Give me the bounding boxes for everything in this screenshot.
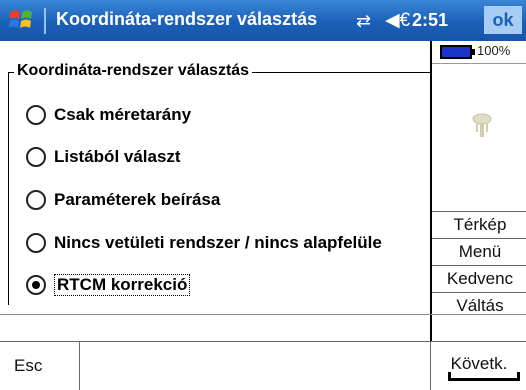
windows-start-icon[interactable] <box>8 7 34 33</box>
right-side-panel: 100% Térkép Menü Kedvenc Váltás <box>430 41 526 341</box>
ok-button[interactable]: ok <box>484 6 522 34</box>
option-label: Listából választ <box>54 147 181 166</box>
menu-button[interactable]: Menü <box>432 238 526 265</box>
option-label: RTCM korrekció <box>54 274 191 296</box>
next-button-underline <box>448 372 520 381</box>
content-divider <box>0 314 526 315</box>
option-choose-from-list[interactable]: Listából választ <box>26 142 181 172</box>
radio-button[interactable] <box>26 233 46 253</box>
window-title: Koordináta-rendszer választás <box>56 9 318 29</box>
battery-icon <box>440 45 472 59</box>
option-rtcm-correction[interactable]: RTCM korrekció <box>26 270 191 300</box>
esc-button[interactable]: Esc <box>0 342 80 390</box>
radio-button[interactable] <box>26 105 46 125</box>
gps-antenna-icon <box>467 109 497 143</box>
battery-percent: 100% <box>477 43 511 58</box>
option-no-projection[interactable]: Nincs vetületi rendszer / nincs alapfelü… <box>26 228 382 258</box>
radio-button[interactable] <box>26 190 46 210</box>
map-button[interactable]: Térkép <box>432 211 526 238</box>
battery-tip <box>472 49 475 55</box>
next-button[interactable]: Követk. <box>430 342 526 390</box>
radio-button[interactable] <box>26 147 46 167</box>
option-label: Csak méretarány <box>54 105 192 124</box>
radio-button-selected[interactable] <box>26 275 46 295</box>
clock[interactable]: 2:51 <box>412 10 448 31</box>
title-bar: Koordináta-rendszer választás ⇄ ◀€ 2:51 … <box>0 0 526 41</box>
divider <box>432 63 526 64</box>
group-title: Koordináta-rendszer választás <box>14 62 253 80</box>
volume-icon[interactable]: ◀€ <box>385 9 410 32</box>
title-separator <box>44 8 46 34</box>
connectivity-icon[interactable]: ⇄ <box>356 11 371 32</box>
favorites-button[interactable]: Kedvenc <box>432 265 526 292</box>
option-label: Paraméterek beírása <box>54 190 221 209</box>
softkey-bar: Esc Követk. <box>0 341 526 390</box>
option-label: Nincs vetületi rendszer / nincs alapfelü… <box>54 233 382 252</box>
option-enter-parameters[interactable]: Paraméterek beírása <box>26 185 220 215</box>
option-scale-only[interactable]: Csak méretarány <box>26 100 191 130</box>
